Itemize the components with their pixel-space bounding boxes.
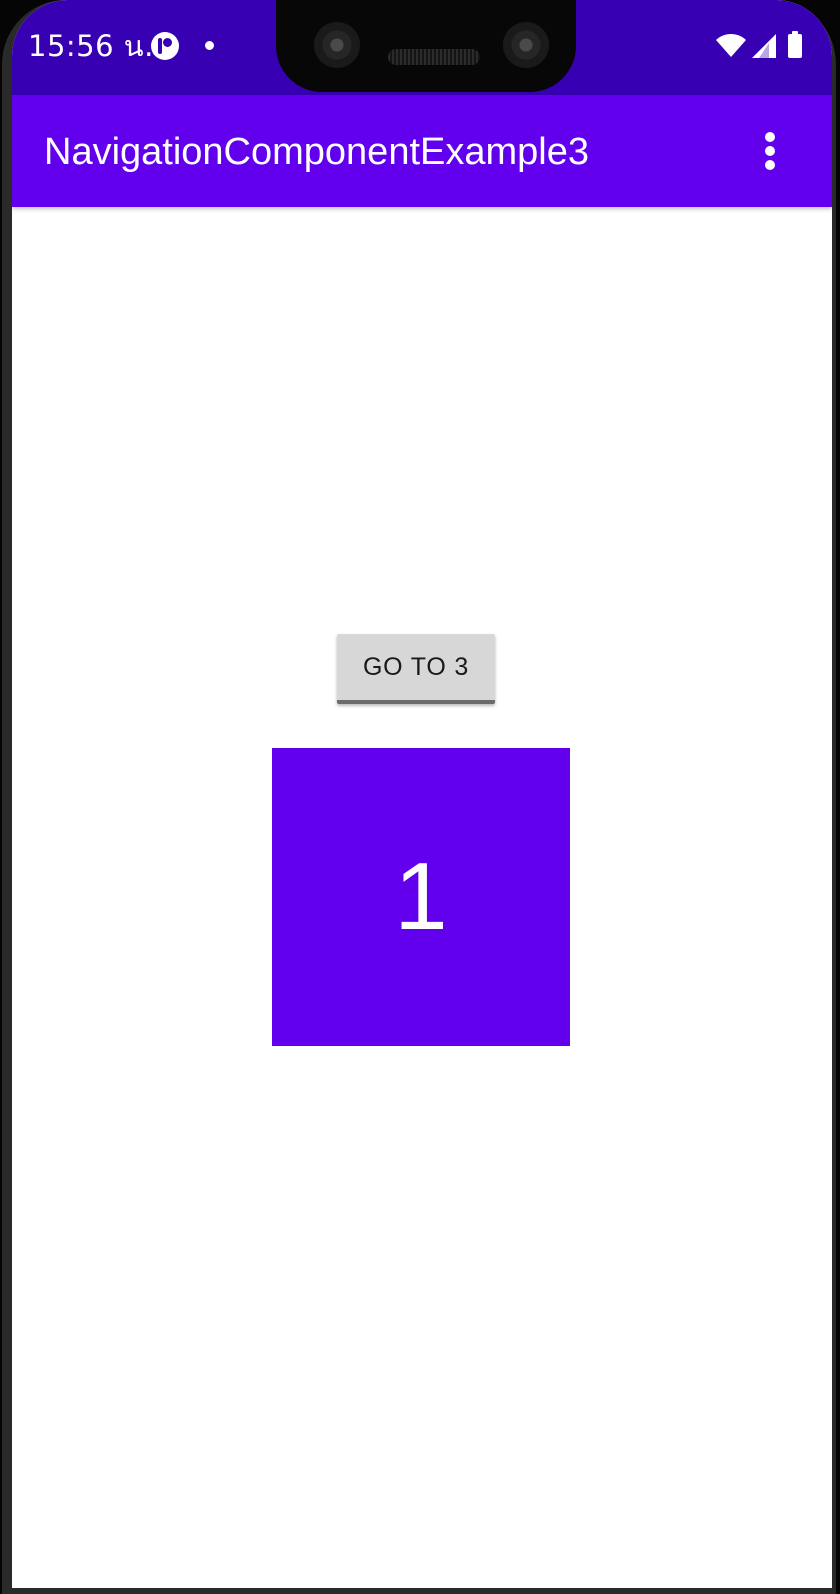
more-vert-icon[interactable] <box>756 126 784 176</box>
app-bar: NavigationComponentExample3 <box>12 95 832 207</box>
app-notification-icon <box>151 32 179 60</box>
dot-icon <box>205 41 214 50</box>
go-to-3-button[interactable]: GO TO 3 <box>337 634 495 704</box>
fragment-number-box: 1 <box>272 748 570 1046</box>
wifi-icon <box>716 34 746 57</box>
phone-device: 15:56 น. NavigationComponentExample3 GO … <box>0 0 840 1594</box>
phone-screen: 15:56 น. NavigationComponentExample3 GO … <box>12 0 832 1588</box>
status-time: 15:56 น. <box>28 29 154 63</box>
battery-icon <box>788 31 802 58</box>
fragment-number-text: 1 <box>394 843 448 950</box>
front-camera-left <box>314 22 360 68</box>
display-notch <box>276 0 576 92</box>
app-title: NavigationComponentExample3 <box>44 131 589 173</box>
front-camera-right <box>503 22 549 68</box>
status-bar: 15:56 น. <box>12 0 832 95</box>
earpiece-speaker <box>388 49 480 65</box>
signal-icon <box>752 34 776 58</box>
